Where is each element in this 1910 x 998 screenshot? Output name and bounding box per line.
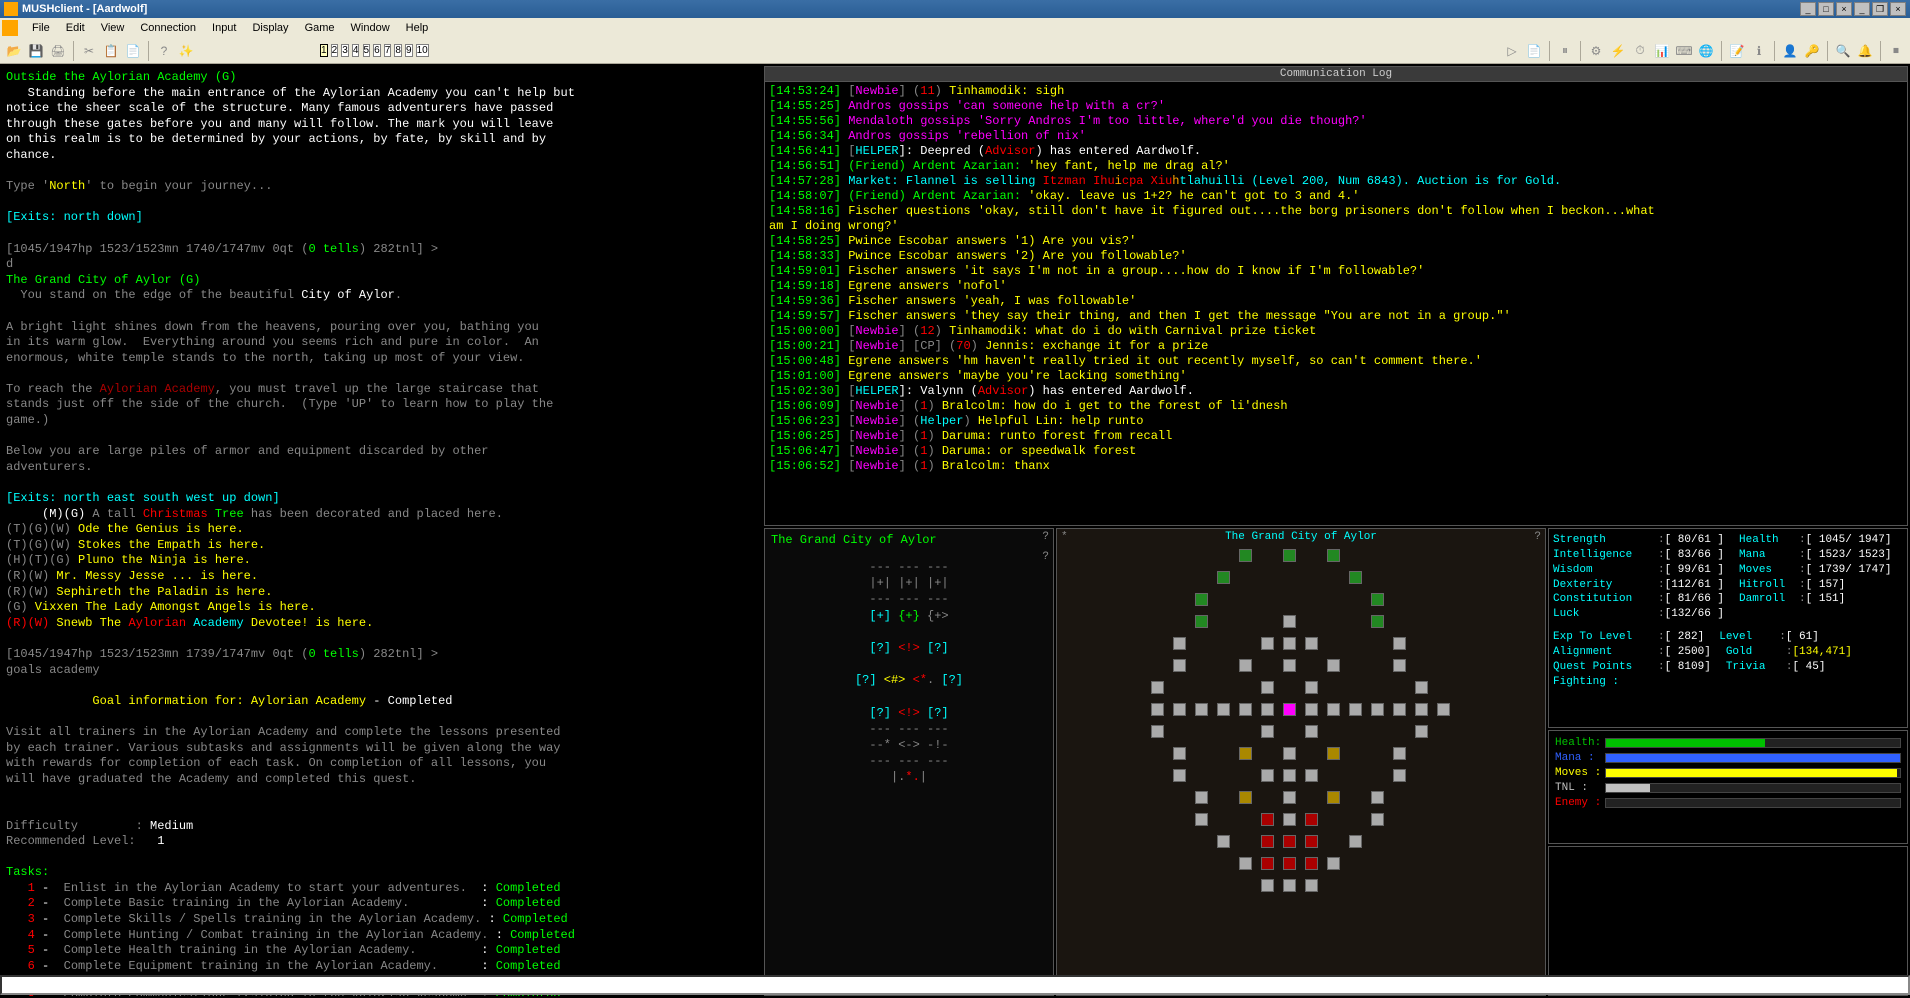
tnl-bar: TNL : [1555, 782, 1901, 794]
world-tab-3[interactable]: 3 [341, 44, 349, 57]
enemy-bar: Enemy : [1555, 797, 1901, 809]
maximize-button[interactable]: □ [1818, 2, 1834, 16]
health-bars-panel: Health: Mana : Moves : TNL : Enemy : [1548, 730, 1908, 844]
toolbar-user-icon[interactable]: 👤 [1780, 41, 1800, 61]
toolbar-print-icon[interactable]: 🖨 [48, 41, 68, 61]
menu-file[interactable]: File [24, 20, 58, 36]
toolbar-wand-icon[interactable]: ✨ [176, 41, 196, 61]
menu-bar: FileEditViewConnectionInputDisplayGameWi… [0, 18, 1910, 38]
menu-display[interactable]: Display [244, 20, 296, 36]
toolbar-info-icon[interactable]: ℹ [1749, 41, 1769, 61]
stats-panel: Strength : [ 80/61 ]Health : [ 1045/ 194… [1548, 528, 1908, 728]
toolbar-cut-icon[interactable]: ✂ [79, 41, 99, 61]
toolbar-timers-icon[interactable]: ⏱ [1630, 41, 1650, 61]
world-tab-2[interactable]: 2 [331, 44, 339, 57]
toolbar-aliases-icon[interactable]: ⚙ [1586, 41, 1606, 61]
map-area-title: The Grand City of Aylor [1057, 531, 1545, 543]
toolbar-vars-icon[interactable]: 📊 [1652, 41, 1672, 61]
menu-edit[interactable]: Edit [58, 20, 93, 36]
world-tab-6[interactable]: 6 [373, 44, 381, 57]
world-tab-4[interactable]: 4 [352, 44, 360, 57]
communication-log-panel: Communication Log [14:53:24] [Newbie] (1… [764, 66, 1908, 526]
mana-bar: Mana : [1555, 752, 1901, 764]
close-button[interactable]: × [1836, 2, 1852, 16]
toolbar-notes-icon[interactable]: 📄 [1524, 41, 1544, 61]
commlog-body[interactable]: [14:53:24] [Newbie] (11) Tinhamodik: sig… [765, 82, 1907, 525]
world-tab-9[interactable]: 9 [405, 44, 413, 57]
toolbar-reconnect-icon[interactable]: ▷ [1502, 41, 1522, 61]
command-input-area [0, 975, 1910, 995]
world-tab-7[interactable]: 7 [384, 44, 392, 57]
world-tab-1[interactable]: 1 [320, 44, 328, 57]
menu-game[interactable]: Game [297, 20, 343, 36]
toolbar-copy-icon[interactable]: 📋 [101, 41, 121, 61]
toolbar-triggers-icon[interactable]: ⚡ [1608, 41, 1628, 61]
toolbar-bell-icon[interactable]: 🔔 [1855, 41, 1875, 61]
toolbar-stop-icon[interactable]: ⏹ [1886, 41, 1906, 61]
ascii-map: --- --- ---|+| |+| |+|--- --- ---[+] {+}… [767, 549, 1051, 971]
toolbar-key-icon[interactable]: 🔑 [1802, 41, 1822, 61]
toolbar-world-icon[interactable]: 🌐 [1696, 41, 1716, 61]
menu-window[interactable]: Window [343, 20, 398, 36]
app-icon [4, 2, 18, 16]
graphical-map-panel[interactable]: * ? The Grand City of Aylor The Grand Ci… [1056, 528, 1546, 996]
window-title: MUSHclient - [Aardwolf] [22, 3, 1800, 15]
help-icon[interactable]: ? [1042, 531, 1049, 543]
toolbar-save-icon[interactable]: 💾 [26, 41, 46, 61]
toolbar-log-icon[interactable]: 📝 [1727, 41, 1747, 61]
empty-panel [1548, 846, 1908, 996]
app-menu-icon[interactable] [2, 20, 18, 36]
help-icon-2[interactable]: ? [1042, 551, 1049, 563]
toolbar-open-icon[interactable]: 📂 [4, 41, 24, 61]
main-output-pane[interactable]: Outside the Aylorian Academy (G) Standin… [2, 66, 762, 996]
title-bar: MUSHclient - [Aardwolf] _ □ × _ ❐ × [0, 0, 1910, 18]
health-bar: Health: [1555, 737, 1901, 749]
toolbar: 📂 💾 🖨 ✂ 📋 📄 ? ✨ 1 2 3 4 5 6 7 8 9 10 ▷ 📄… [0, 38, 1910, 64]
toolbar-macros-icon[interactable]: ⌨ [1674, 41, 1694, 61]
menu-view[interactable]: View [93, 20, 133, 36]
child-restore-button[interactable]: ❐ [1872, 2, 1888, 16]
world-tab-10[interactable]: 10 [416, 44, 429, 57]
moves-bar: Moves : [1555, 767, 1901, 779]
menu-connection[interactable]: Connection [132, 20, 204, 36]
minimize-button[interactable]: _ [1800, 2, 1816, 16]
command-input[interactable] [2, 977, 1908, 993]
toolbar-pause-icon[interactable]: ⏸ [1555, 41, 1575, 61]
commlog-title: Communication Log [765, 67, 1907, 82]
menu-help[interactable]: Help [398, 20, 437, 36]
toolbar-paste-icon[interactable]: 📄 [123, 41, 143, 61]
menu-input[interactable]: Input [204, 20, 244, 36]
child-close-button[interactable]: × [1890, 2, 1906, 16]
room-minimap-panel: The Grand City of Aylor ? ? --- --- ---|… [764, 528, 1054, 996]
world-tab-5[interactable]: 5 [363, 44, 371, 57]
toolbar-find-icon[interactable]: 🔍 [1833, 41, 1853, 61]
world-tab-8[interactable]: 8 [394, 44, 402, 57]
current-room-name: The Grand City of Aylor [767, 531, 1051, 549]
child-minimize-button[interactable]: _ [1854, 2, 1870, 16]
toolbar-help-icon[interactable]: ? [154, 41, 174, 61]
